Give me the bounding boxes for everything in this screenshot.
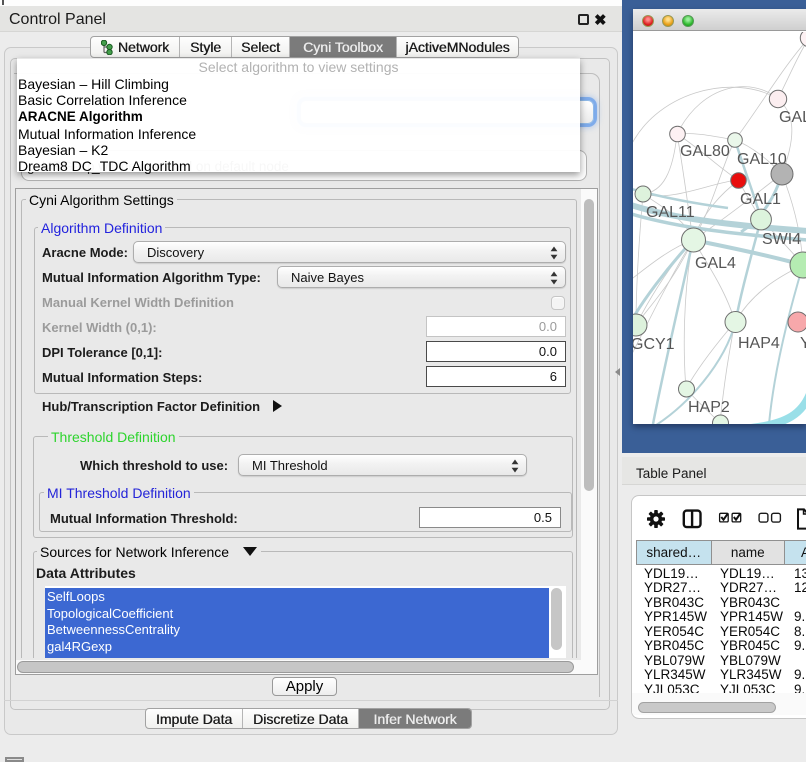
svg-text:GAL1: GAL1 (740, 191, 781, 208)
svg-text:GAL4: GAL4 (695, 255, 736, 272)
svg-text:Y: Y (800, 335, 806, 352)
svg-text:GAL: GAL (779, 109, 806, 126)
svg-text:HAP2: HAP2 (688, 399, 730, 416)
svg-text:GCY1: GCY1 (633, 336, 675, 353)
svg-text:GAL80: GAL80 (680, 143, 730, 160)
svg-text:HAP4: HAP4 (738, 335, 780, 352)
svg-text:GAL10: GAL10 (737, 151, 787, 168)
svg-text:GAL11: GAL11 (646, 204, 695, 221)
svg-text:SWI4: SWI4 (762, 231, 801, 248)
